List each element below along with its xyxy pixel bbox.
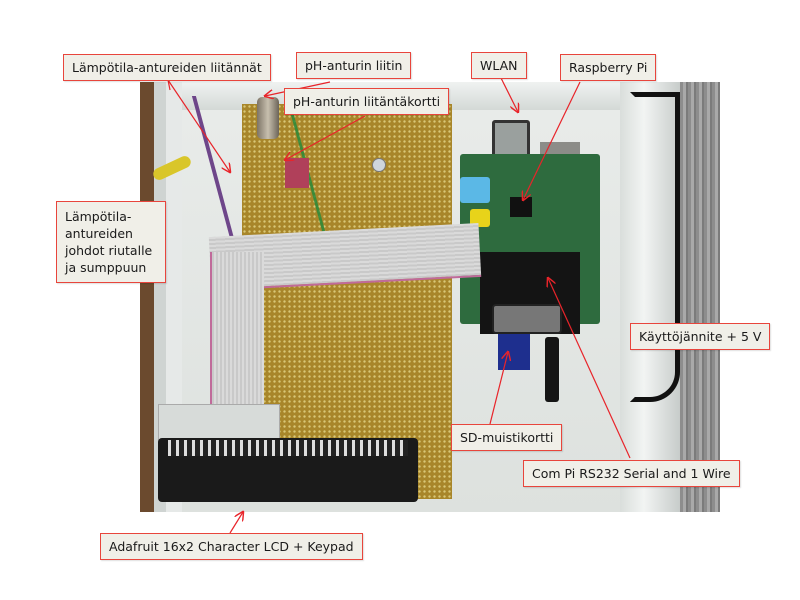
- label-supply-voltage: Käyttöjännite + 5 V: [630, 323, 771, 350]
- ph-sensor-connector: [257, 97, 279, 139]
- label-com-pi: Com Pi RS232 Serial and 1 Wire: [523, 460, 740, 487]
- label-raspberry-pi: Raspberry Pi: [560, 54, 657, 81]
- arrow-lcd: [229, 512, 243, 534]
- mounting-screw: [372, 158, 386, 172]
- label-ph-interface-board: pH-anturin liitäntäkortti: [284, 88, 450, 115]
- ribbon-cable-vertical: [210, 252, 264, 412]
- label-temp-sensor-connectors: Lämpötila-antureiden liitännät: [63, 54, 271, 81]
- label-lcd-keypad: Adafruit 16x2 Character LCD + Keypad: [100, 533, 363, 560]
- raspberry-pi-soc: [510, 197, 532, 217]
- label-temp-sensor-wires: Lämpötila-antureiden johdot riutalle ja …: [56, 201, 166, 283]
- hardware-photo: [140, 82, 720, 512]
- background-fabric: [680, 82, 720, 512]
- power-cable: [630, 92, 680, 402]
- db9-connector: [492, 304, 562, 334]
- lcd-header-pins: [168, 440, 408, 456]
- idc-connector: [158, 404, 280, 440]
- sd-card: [498, 334, 530, 370]
- label-wlan: WLAN: [471, 52, 527, 79]
- blue-connector: [460, 177, 490, 203]
- label-sd-card: SD-muistikortti: [451, 424, 563, 451]
- ph-interface-board: [285, 158, 309, 188]
- micro-usb-plug: [545, 337, 559, 402]
- label-ph-sensor-connector: pH-anturin liitin: [296, 52, 412, 79]
